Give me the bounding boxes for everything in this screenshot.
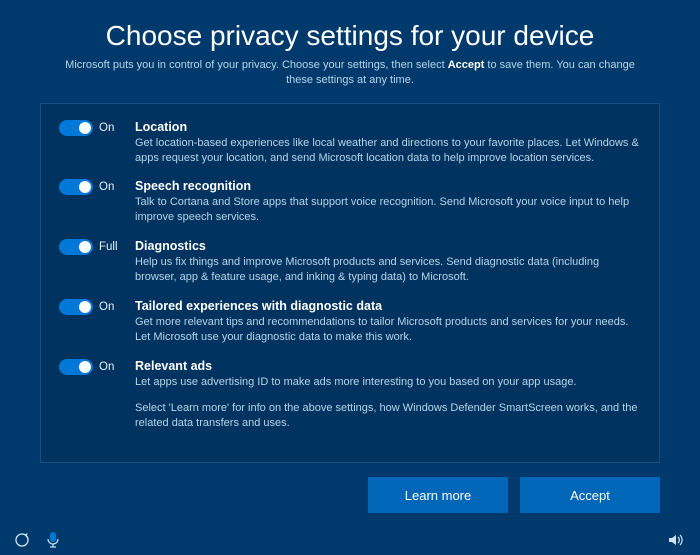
setting-desc: Help us fix things and improve Microsoft…	[135, 255, 641, 285]
cortana-mic-icon[interactable]	[46, 531, 60, 549]
subtitle-bold: Accept	[448, 59, 485, 71]
toggle-state-label: On	[99, 122, 114, 134]
setting-row-ads: On Relevant ads Let apps use advertising…	[59, 359, 641, 390]
taskbar	[0, 525, 700, 555]
setting-desc: Let apps use advertising ID to make ads …	[135, 375, 641, 390]
page-subtitle: Microsoft puts you in control of your pr…	[60, 58, 640, 89]
toggle-group: On	[59, 179, 135, 195]
page-title: Choose privacy settings for your device	[40, 20, 660, 52]
setting-title: Relevant ads	[135, 359, 641, 373]
setting-desc: Get location-based experiences like loca…	[135, 136, 641, 166]
setting-text: Tailored experiences with diagnostic dat…	[135, 299, 641, 345]
setting-row-tailored: On Tailored experiences with diagnostic …	[59, 299, 641, 345]
setting-text: Relevant ads Let apps use advertising ID…	[135, 359, 641, 390]
toggle-group: On	[59, 359, 135, 375]
setting-title: Location	[135, 120, 641, 134]
learn-more-button[interactable]: Learn more	[368, 477, 508, 513]
setting-row-diagnostics: Full Diagnostics Help us fix things and …	[59, 239, 641, 285]
toggle-speech[interactable]	[59, 179, 93, 195]
accept-button[interactable]: Accept	[520, 477, 660, 513]
toggle-diagnostics[interactable]	[59, 239, 93, 255]
setting-text: Speech recognition Talk to Cortana and S…	[135, 179, 641, 225]
toggle-state-label: On	[99, 361, 114, 373]
setting-title: Tailored experiences with diagnostic dat…	[135, 299, 641, 313]
setting-title: Diagnostics	[135, 239, 641, 253]
toggle-state-label: On	[99, 301, 114, 313]
setting-text: Diagnostics Help us fix things and impro…	[135, 239, 641, 285]
setting-row-location: On Location Get location-based experienc…	[59, 120, 641, 166]
button-row: Learn more Accept	[368, 477, 660, 513]
ease-of-access-icon[interactable]	[14, 532, 30, 548]
oobe-privacy-page: Choose privacy settings for your device …	[0, 0, 700, 555]
toggle-group: On	[59, 120, 135, 136]
setting-text: Location Get location-based experiences …	[135, 120, 641, 166]
subtitle-pre: Microsoft puts you in control of your pr…	[65, 59, 448, 71]
toggle-state-label: Full	[99, 241, 118, 253]
footnote-text: Select 'Learn more' for info on the abov…	[135, 401, 641, 431]
setting-desc: Talk to Cortana and Store apps that supp…	[135, 195, 641, 225]
taskbar-right	[668, 533, 686, 547]
setting-title: Speech recognition	[135, 179, 641, 193]
toggle-group: Full	[59, 239, 135, 255]
volume-icon[interactable]	[668, 533, 686, 547]
settings-panel: On Location Get location-based experienc…	[40, 103, 660, 463]
taskbar-left	[14, 531, 60, 549]
setting-row-speech: On Speech recognition Talk to Cortana an…	[59, 179, 641, 225]
toggle-tailored[interactable]	[59, 299, 93, 315]
toggle-location[interactable]	[59, 120, 93, 136]
setting-desc: Get more relevant tips and recommendatio…	[135, 315, 641, 345]
toggle-group: On	[59, 299, 135, 315]
toggle-ads[interactable]	[59, 359, 93, 375]
toggle-state-label: On	[99, 181, 114, 193]
